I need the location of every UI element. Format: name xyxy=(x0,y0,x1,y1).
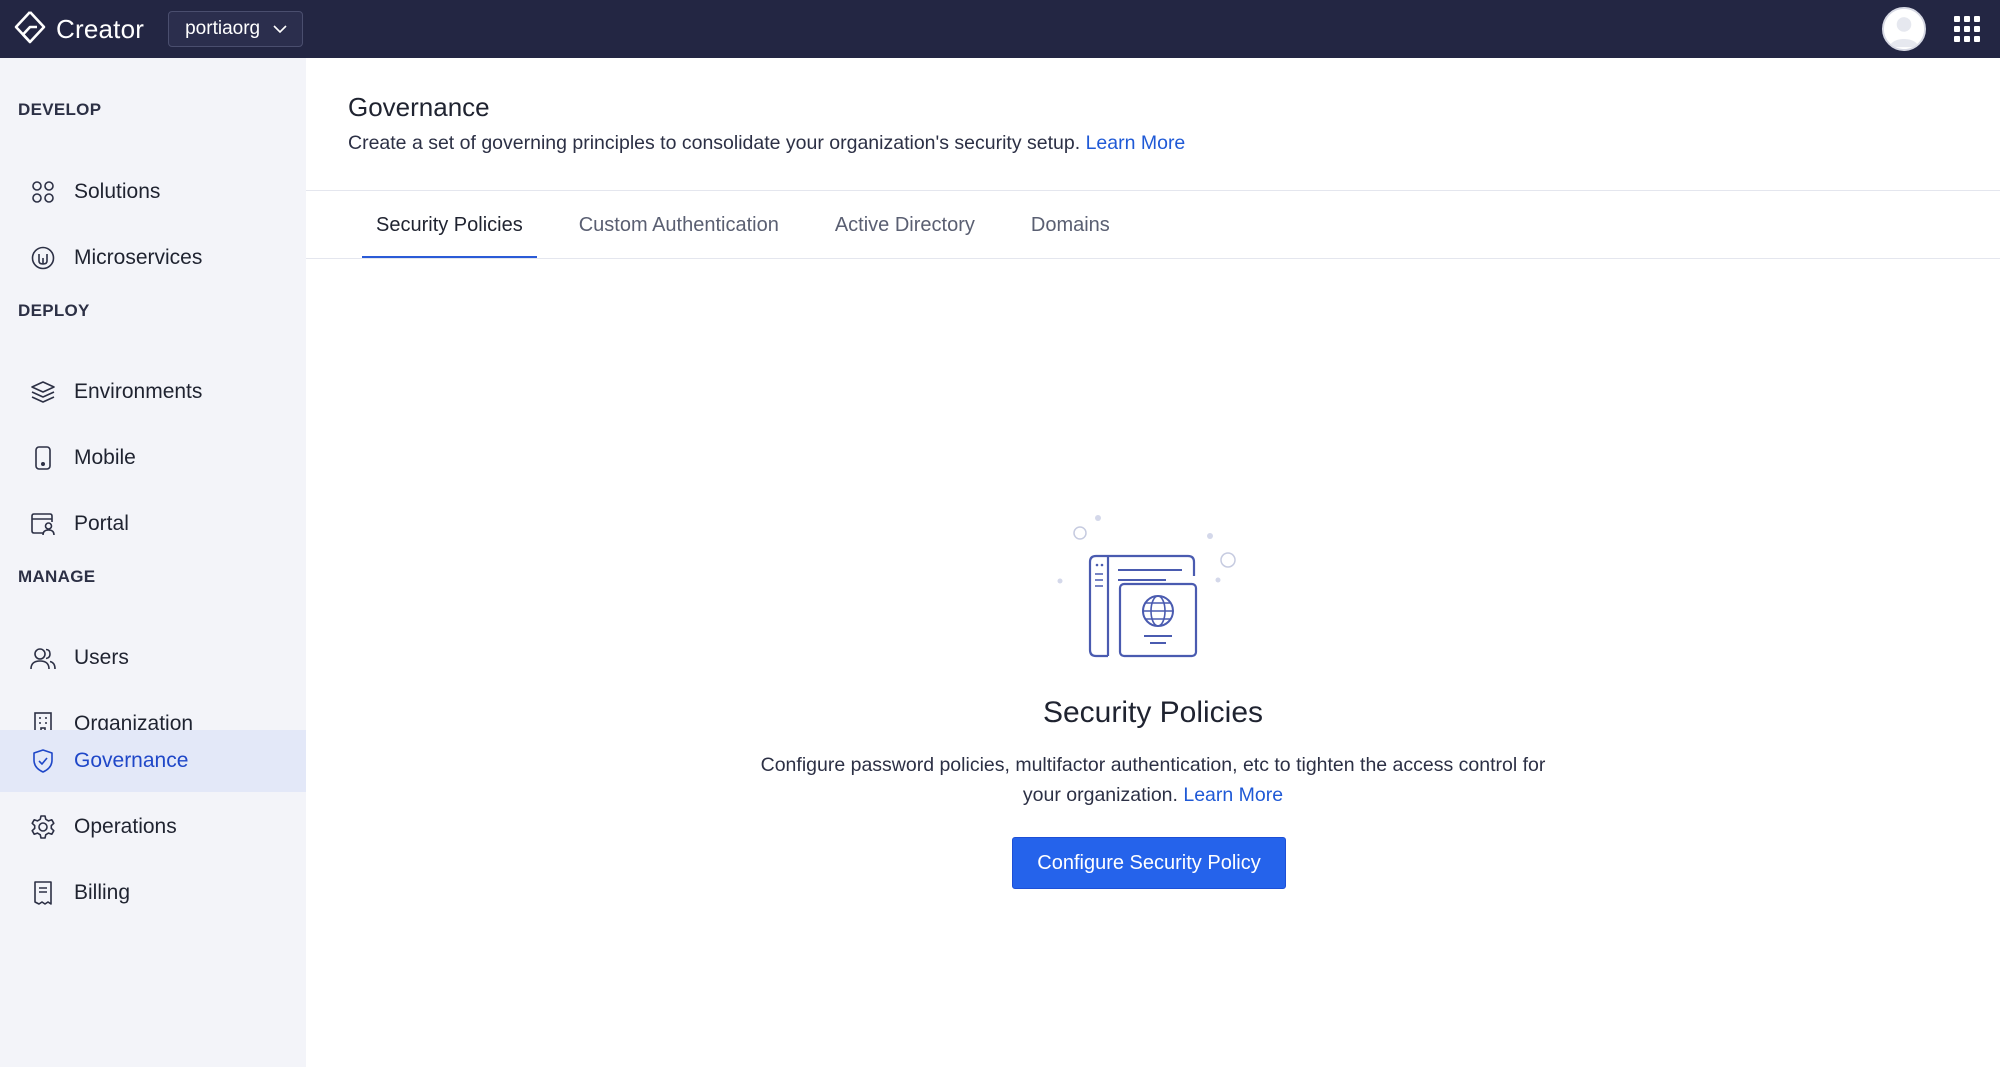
page-title: Governance xyxy=(348,92,490,122)
tab-custom-authentication[interactable]: Custom Authentication xyxy=(565,192,793,258)
brand[interactable]: Creator xyxy=(12,9,144,50)
page-description-text: Create a set of governing principles to … xyxy=(348,132,1081,154)
receipt-icon xyxy=(30,880,56,906)
sidebar-item-label: Governance xyxy=(74,749,189,772)
sidebar-item-label: Solutions xyxy=(74,180,161,203)
gear-icon xyxy=(30,814,56,840)
sidebar: DEVELOP Solutions Microservices DEPLOY E… xyxy=(0,58,306,1067)
empty-state-description: Configure password policies, multifactor… xyxy=(746,750,1560,810)
section-label-deploy: DEPLOY xyxy=(18,301,90,320)
org-switcher[interactable]: portiaorg xyxy=(168,11,304,47)
org-name: portiaorg xyxy=(185,18,261,39)
sidebar-item-microservices[interactable]: Microservices xyxy=(0,227,306,289)
sidebar-item-label: Microservices xyxy=(74,246,203,269)
empty-state-description-text: Configure password policies, multifactor… xyxy=(760,754,1546,806)
sidebar-item-governance[interactable]: Governance xyxy=(0,730,306,792)
app-name: Creator xyxy=(56,13,145,44)
sidebar-item-label: Billing xyxy=(74,881,131,904)
main-content: Governance Create a set of governing pri… xyxy=(306,58,2000,1067)
empty-state-title: Security Policies xyxy=(1042,696,1264,729)
shield-check-icon xyxy=(30,748,56,774)
user-avatar-icon[interactable] xyxy=(1882,7,1926,51)
sidebar-item-mobile[interactable]: Mobile xyxy=(0,427,306,489)
sidebar-item-billing[interactable]: Billing xyxy=(0,862,306,924)
creator-logo-icon xyxy=(12,9,48,50)
sidebar-item-label: Environments xyxy=(74,380,203,403)
tab-active-directory[interactable]: Active Directory xyxy=(821,192,989,258)
top-bar: Creator portiaorg xyxy=(0,0,2000,58)
security-policy-document-globe-icon xyxy=(1057,515,1236,658)
section-label-manage: MANAGE xyxy=(18,567,96,586)
sidebar-item-label: Portal xyxy=(74,512,129,535)
layers-icon xyxy=(30,379,56,405)
tab-domains[interactable]: Domains xyxy=(1017,192,1124,258)
chevron-down-icon xyxy=(273,25,287,34)
configure-security-policy-button[interactable]: Configure Security Policy xyxy=(1012,837,1286,889)
app-grid-icon[interactable] xyxy=(1954,16,1980,42)
tab-security-policies[interactable]: Security Policies xyxy=(362,192,537,258)
portal-icon xyxy=(30,511,56,537)
tabs-divider xyxy=(306,258,2000,259)
tab-bar: Security Policies Custom Authentication … xyxy=(362,192,1152,258)
header-divider xyxy=(306,190,2000,191)
page-description: Create a set of governing principles to … xyxy=(348,132,1185,155)
sidebar-item-environments[interactable]: Environments xyxy=(0,361,306,423)
solutions-icon xyxy=(30,179,56,205)
section-label-develop: DEVELOP xyxy=(18,100,102,119)
empty-state-learn-more-link[interactable]: Learn More xyxy=(1183,784,1283,806)
microservices-icon xyxy=(30,245,56,271)
sidebar-item-label: Mobile xyxy=(74,446,136,469)
header-learn-more-link[interactable]: Learn More xyxy=(1086,132,1186,154)
sidebar-item-label: Users xyxy=(74,646,129,669)
sidebar-item-portal[interactable]: Portal xyxy=(0,493,306,555)
sidebar-item-operations[interactable]: Operations xyxy=(0,796,306,858)
mobile-icon xyxy=(30,445,56,471)
sidebar-item-users[interactable]: Users xyxy=(0,627,306,689)
sidebar-item-solutions[interactable]: Solutions xyxy=(0,161,306,223)
users-icon xyxy=(30,645,56,671)
sidebar-item-label: Operations xyxy=(74,815,177,838)
